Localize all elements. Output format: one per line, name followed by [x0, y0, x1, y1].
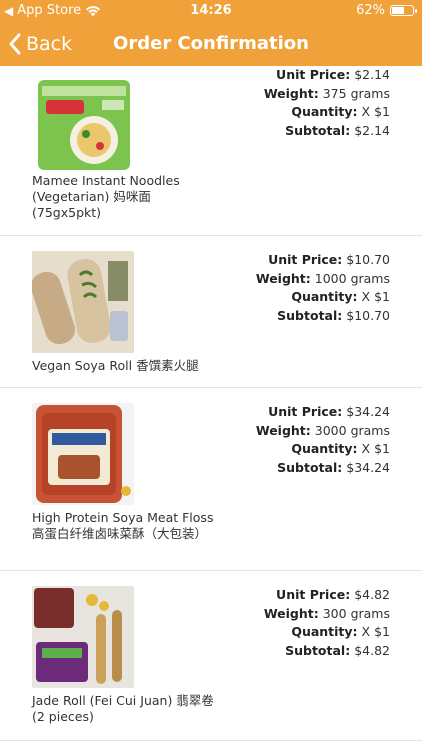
soya-roll-image — [32, 251, 134, 353]
page-title: Order Confirmation — [113, 33, 309, 54]
weight-label: Weight: — [255, 422, 311, 438]
status-right: 62% — [356, 3, 417, 18]
order-item: Jade Roll (Fei Cui Juan) 翡翠卷 (2 pieces) … — [0, 571, 422, 741]
quantity-label: Quantity: — [291, 441, 358, 456]
unit-price-value: $34.24 — [346, 404, 390, 419]
subtotal-label: Subtotal: — [285, 122, 351, 138]
unit-price-row: Unit Price: $10.70 — [256, 251, 390, 270]
quantity-value: X $1 — [361, 289, 390, 304]
price-details: Unit Price: $2.14 Weight: 375 grams Quan… — [264, 66, 390, 140]
product-image — [32, 403, 134, 505]
price-details: Unit Price: $10.70 Weight: 1000 grams Qu… — [256, 251, 390, 325]
weight-row: Weight: 1000 grams — [256, 270, 390, 289]
weight-label: Weight: — [263, 605, 319, 621]
product-image — [32, 586, 134, 688]
quantity-label: Quantity: — [291, 624, 358, 639]
quantity-label: Quantity: — [291, 289, 358, 304]
subtotal-label: Subtotal: — [277, 307, 343, 323]
order-item-list: Mamee Instant Noodles (Vegetarian) 妈咪面 (… — [0, 66, 422, 741]
weight-value: 300 grams — [322, 605, 390, 621]
unit-price-row: Unit Price: $4.82 — [264, 586, 390, 605]
navigation-bar: Back Order Confirmation — [0, 22, 422, 66]
unit-price-label: Unit Price: — [276, 587, 351, 602]
quantity-row: Quantity: X $1 — [256, 440, 390, 459]
unit-price-label: Unit Price: — [268, 252, 343, 267]
weight-value: 1000 grams — [314, 270, 390, 286]
order-item: Mamee Instant Noodles (Vegetarian) 妈咪面 (… — [0, 66, 422, 236]
jade-roll-image — [32, 586, 134, 688]
product-image — [32, 251, 134, 353]
product-name: Vegan Soya Roll 香馔素火腿 — [32, 358, 199, 373]
noodle-pack-image — [32, 74, 134, 176]
quantity-label: Quantity: — [291, 104, 358, 119]
subtotal-value: $10.70 — [346, 307, 390, 323]
weight-row: Weight: 300 grams — [264, 605, 390, 624]
weight-value: 3000 grams — [314, 422, 390, 438]
product-name: Mamee Instant Noodles (Vegetarian) 妈咪面 (… — [32, 173, 180, 220]
price-details: Unit Price: $4.82 Weight: 300 grams Quan… — [264, 586, 390, 660]
subtotal-label: Subtotal: — [277, 459, 343, 475]
subtotal-label: Subtotal: — [285, 642, 351, 658]
unit-price-row: Unit Price: $2.14 — [264, 66, 390, 85]
weight-label: Weight: — [263, 85, 319, 101]
quantity-value: X $1 — [361, 441, 390, 456]
unit-price-value: $4.82 — [354, 587, 390, 602]
product-image — [32, 74, 134, 176]
weight-row: Weight: 375 grams — [264, 85, 390, 104]
weight-label: Weight: — [255, 270, 311, 286]
battery-percent: 62% — [356, 3, 385, 18]
subtotal-value: $2.14 — [354, 122, 390, 138]
unit-price-value: $2.14 — [354, 67, 390, 82]
quantity-row: Quantity: X $1 — [256, 288, 390, 307]
subtotal-value: $4.82 — [354, 642, 390, 658]
quantity-value: X $1 — [361, 104, 390, 119]
top-bar: ◀ App Store 14:26 62% Back Order Confirm… — [0, 0, 422, 66]
quantity-row: Quantity: X $1 — [264, 623, 390, 642]
battery-icon — [390, 5, 417, 16]
product-name: Jade Roll (Fei Cui Juan) 翡翠卷 (2 pieces) — [32, 693, 214, 724]
unit-price-value: $10.70 — [346, 252, 390, 267]
subtotal-row: Subtotal: $2.14 — [264, 122, 390, 141]
subtotal-row: Subtotal: $4.82 — [264, 642, 390, 661]
unit-price-label: Unit Price: — [276, 67, 351, 82]
subtotal-row: Subtotal: $34.24 — [256, 459, 390, 478]
battery-level — [392, 7, 404, 14]
subtotal-row: Subtotal: $10.70 — [256, 307, 390, 326]
subtotal-value: $34.24 — [346, 459, 390, 475]
price-details: Unit Price: $34.24 Weight: 3000 grams Qu… — [256, 403, 390, 477]
weight-row: Weight: 3000 grams — [256, 422, 390, 441]
weight-value: 375 grams — [322, 85, 390, 101]
order-item: Vegan Soya Roll 香馔素火腿 Unit Price: $10.70… — [0, 236, 422, 388]
quantity-value: X $1 — [361, 624, 390, 639]
status-bar: ◀ App Store 14:26 62% — [0, 0, 422, 22]
unit-price-label: Unit Price: — [268, 404, 343, 419]
quantity-row: Quantity: X $1 — [264, 103, 390, 122]
order-item: High Protein Soya Meat Floss 高蛋白纤维卤味菜酥（大… — [0, 388, 422, 571]
unit-price-row: Unit Price: $34.24 — [256, 403, 390, 422]
product-name: High Protein Soya Meat Floss 高蛋白纤维卤味菜酥（大… — [32, 510, 214, 541]
meat-floss-jar-image — [32, 403, 134, 505]
